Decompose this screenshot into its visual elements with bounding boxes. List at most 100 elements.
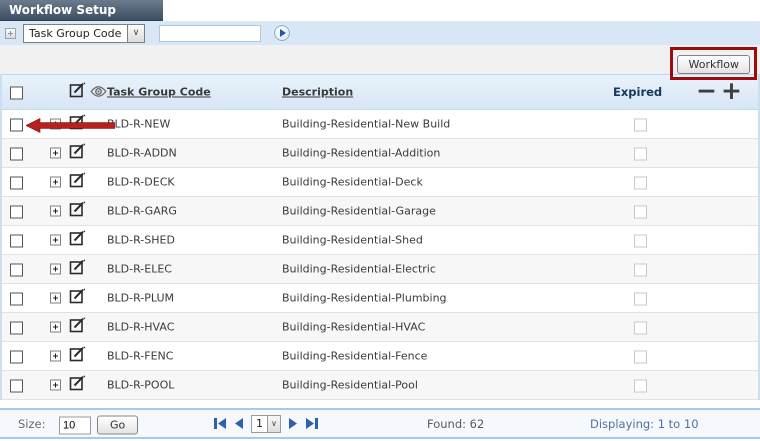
expired-checkbox [634, 206, 647, 219]
description-cell: Building-Residential-HVAC [282, 321, 425, 334]
task-group-code-cell: BLD-R-ELEC [107, 263, 172, 276]
edit-icon[interactable] [69, 230, 86, 251]
annotation-highlight-box: Workflow [670, 47, 757, 80]
description-cell: Building-Residential-Deck [282, 176, 423, 189]
task-group-code-cell: BLD-R-PLUM [107, 292, 174, 305]
row-checkbox[interactable] [10, 177, 23, 190]
edit-icon[interactable] [69, 172, 86, 193]
collapse-expand-controls: −+ [696, 81, 742, 103]
play-icon [280, 29, 286, 37]
workflow-setup-page: Workflow Setup Task Group Code ∨ Workflo… [0, 0, 760, 441]
page-size-input[interactable] [59, 416, 91, 434]
expand-row-icon[interactable] [50, 351, 61, 362]
last-page-icon[interactable] [305, 417, 319, 430]
description-cell: Building-Residential-New Build [282, 118, 450, 131]
chevron-down-icon[interactable]: ∨ [127, 25, 144, 42]
next-page-icon[interactable] [288, 417, 298, 430]
page-number-value: 1 [252, 416, 267, 432]
eye-icon[interactable] [90, 83, 107, 102]
table-row: BLD-R-NEW Building-Residential-New Build [2, 110, 758, 139]
table-row: BLD-R-FENC Building-Residential-Fence [2, 342, 758, 371]
expand-row-icon[interactable] [50, 293, 61, 304]
search-input[interactable] [159, 25, 261, 42]
task-group-grid: Task Group Code Description Expired −+ B… [0, 74, 760, 400]
edit-icon[interactable] [69, 317, 86, 338]
first-page-icon[interactable] [213, 417, 227, 430]
expand-row-icon[interactable] [50, 322, 61, 333]
pagination-footer: Size: Go 1 ∨ Found: 62 Displaying: 1 to … [0, 408, 760, 439]
found-count: Found: 62 [427, 417, 484, 431]
collapse-all-icon[interactable]: − [696, 76, 717, 105]
expired-checkbox [634, 177, 647, 190]
expired-checkbox [634, 119, 647, 132]
table-row: BLD-R-HVAC Building-Residential-HVAC [2, 313, 758, 342]
edit-icon[interactable] [69, 259, 86, 280]
row-checkbox[interactable] [10, 235, 23, 248]
row-checkbox[interactable] [10, 119, 23, 132]
task-group-code-cell: BLD-R-POOL [107, 379, 174, 392]
table-row: BLD-R-ELEC Building-Residential-Electric [2, 255, 758, 284]
select-all-checkbox[interactable] [10, 87, 23, 100]
edit-icon[interactable] [69, 114, 86, 135]
expired-checkbox [634, 322, 647, 335]
edit-icon[interactable] [69, 143, 86, 164]
expand-row-icon[interactable] [50, 148, 61, 159]
page-title: Workflow Setup [0, 0, 163, 21]
task-group-code-cell: BLD-R-DECK [107, 176, 175, 189]
chevron-down-icon: ∨ [267, 416, 280, 432]
edit-icon[interactable] [69, 288, 86, 309]
row-checkbox[interactable] [10, 351, 23, 364]
go-button[interactable]: Go [97, 415, 138, 434]
table-row: BLD-R-POOL Building-Residential-Pool [2, 371, 758, 400]
run-search-button[interactable] [274, 25, 290, 41]
add-search-criteria-icon[interactable] [5, 28, 16, 39]
description-cell: Building-Residential-Electric [282, 263, 436, 276]
row-checkbox[interactable] [10, 148, 23, 161]
expand-row-icon[interactable] [50, 206, 61, 217]
grid-header: Task Group Code Description Expired −+ [2, 74, 758, 110]
description-cell: Building-Residential-Shed [282, 234, 423, 247]
task-group-code-cell: BLD-R-SHED [107, 234, 175, 247]
workflow-button[interactable]: Workflow [677, 55, 750, 74]
displaying-range: Displaying: 1 to 10 [590, 417, 699, 431]
previous-page-icon[interactable] [234, 417, 244, 430]
row-checkbox[interactable] [10, 206, 23, 219]
expired-header: Expired [613, 85, 662, 99]
table-row: BLD-R-ADDN Building-Residential-Addition [2, 139, 758, 168]
edit-icon[interactable] [69, 346, 86, 367]
action-bar: Workflow [0, 45, 760, 74]
expired-checkbox [634, 380, 647, 393]
expand-row-icon[interactable] [50, 380, 61, 391]
expired-checkbox [634, 293, 647, 306]
expand-row-icon[interactable] [50, 119, 61, 130]
row-checkbox[interactable] [10, 380, 23, 393]
row-checkbox[interactable] [10, 293, 23, 306]
row-checkbox[interactable] [10, 322, 23, 335]
description-cell: Building-Residential-Garage [282, 205, 436, 218]
expand-all-icon[interactable]: + [721, 76, 742, 105]
size-label: Size: [18, 417, 45, 431]
expired-checkbox [634, 148, 647, 161]
task-group-code-cell: BLD-R-GARG [107, 205, 177, 218]
expand-row-icon[interactable] [50, 235, 61, 246]
expired-checkbox [634, 264, 647, 277]
edit-icon[interactable] [69, 201, 86, 222]
description-cell: Building-Residential-Addition [282, 147, 440, 160]
row-checkbox[interactable] [10, 264, 23, 277]
edit-icon[interactable] [69, 375, 86, 396]
task-group-code-cell: BLD-R-HVAC [107, 321, 174, 334]
expand-row-icon[interactable] [50, 177, 61, 188]
description-cell: Building-Residential-Plumbing [282, 292, 447, 305]
expand-row-icon[interactable] [50, 264, 61, 275]
search-field-dropdown[interactable]: Task Group Code ∨ [23, 24, 145, 43]
table-row: BLD-R-PLUM Building-Residential-Plumbing [2, 284, 758, 313]
search-field-value: Task Group Code [24, 25, 127, 42]
page-number-dropdown[interactable]: 1 ∨ [251, 415, 281, 433]
sort-description[interactable]: Description [282, 86, 353, 99]
edit-icon[interactable] [69, 82, 86, 103]
description-cell: Building-Residential-Pool [282, 379, 418, 392]
grid-body: BLD-R-NEW Building-Residential-New Build… [2, 110, 758, 400]
expired-checkbox [634, 235, 647, 248]
table-row: BLD-R-GARG Building-Residential-Garage [2, 197, 758, 226]
sort-task-group-code[interactable]: Task Group Code [107, 86, 211, 99]
